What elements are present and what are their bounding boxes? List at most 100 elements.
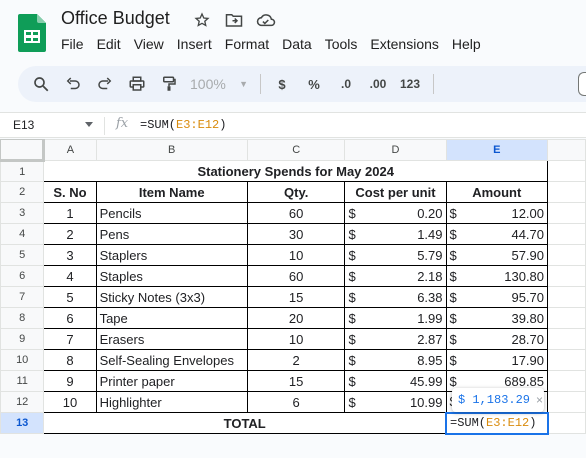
cloud-status-icon[interactable] bbox=[256, 10, 276, 30]
menu-format[interactable]: Format bbox=[220, 34, 274, 54]
cell-item-name[interactable]: Staples bbox=[95, 265, 248, 287]
column-header-f[interactable] bbox=[547, 139, 586, 161]
cell-cost[interactable]: $1.99 bbox=[344, 307, 447, 329]
cell-qty[interactable]: 60 bbox=[246, 202, 346, 224]
chevron-down-icon[interactable] bbox=[85, 122, 93, 127]
font-select[interactable] bbox=[578, 72, 586, 96]
undo-icon[interactable] bbox=[60, 70, 86, 98]
document-title[interactable]: Office Budget bbox=[61, 8, 170, 29]
empty-cell[interactable] bbox=[547, 265, 586, 287]
menu-insert[interactable]: Insert bbox=[172, 34, 217, 54]
row-header[interactable]: 4 bbox=[0, 223, 45, 245]
row-header[interactable]: 13 bbox=[0, 412, 45, 434]
sheets-logo-icon[interactable] bbox=[18, 14, 46, 52]
cell-qty[interactable]: 15 bbox=[246, 370, 346, 392]
menu-edit[interactable]: Edit bbox=[92, 34, 126, 54]
sheet-title-cell[interactable]: Stationery Spends for May 2024 bbox=[43, 160, 549, 182]
empty-cell[interactable] bbox=[547, 328, 586, 350]
cell-qty[interactable]: 10 bbox=[246, 328, 346, 350]
total-label-cell[interactable]: TOTAL bbox=[43, 412, 447, 434]
empty-cell[interactable] bbox=[547, 286, 586, 308]
cell-amount[interactable]: $28.70 bbox=[445, 328, 549, 350]
name-box[interactable]: E13 bbox=[13, 118, 34, 132]
cell-item-name[interactable]: Highlighter bbox=[95, 391, 248, 413]
menu-data[interactable]: Data bbox=[277, 34, 317, 54]
row-header[interactable]: 3 bbox=[0, 202, 45, 224]
cell-qty[interactable]: 10 bbox=[246, 244, 346, 266]
number-format-button[interactable]: 123 bbox=[397, 70, 423, 98]
cell-item-name[interactable]: Printer paper bbox=[95, 370, 248, 392]
cell-cost[interactable]: $1.49 bbox=[344, 223, 447, 245]
row-header[interactable]: 2 bbox=[0, 181, 45, 203]
cell-item-name[interactable]: Erasers bbox=[95, 328, 248, 350]
cell-qty[interactable]: 20 bbox=[246, 307, 346, 329]
cell-cost[interactable]: $45.99 bbox=[344, 370, 447, 392]
cell-qty[interactable]: 6 bbox=[246, 391, 346, 413]
search-icon[interactable] bbox=[28, 70, 54, 98]
cell-cost[interactable]: $8.95 bbox=[344, 349, 447, 371]
cell-amount[interactable]: $95.70 bbox=[445, 286, 549, 308]
empty-cell[interactable] bbox=[547, 307, 586, 329]
zoom-select[interactable]: 100% ▼ bbox=[188, 70, 250, 98]
cell-item-name[interactable]: Pens bbox=[95, 223, 248, 245]
select-all-corner[interactable] bbox=[0, 139, 46, 162]
menu-file[interactable]: File bbox=[56, 34, 89, 54]
cell-cost[interactable]: $5.79 bbox=[344, 244, 447, 266]
cell-item-name[interactable]: Tape bbox=[95, 307, 248, 329]
cell-amount[interactable]: $44.70 bbox=[445, 223, 549, 245]
cell-sno[interactable]: 6 bbox=[43, 307, 97, 329]
row-header[interactable]: 10 bbox=[0, 349, 45, 371]
empty-cell[interactable] bbox=[547, 223, 586, 245]
row-header[interactable]: 9 bbox=[0, 328, 45, 350]
cell-sno[interactable]: 2 bbox=[43, 223, 97, 245]
percent-format-button[interactable]: % bbox=[301, 70, 327, 98]
cell-cost[interactable]: $2.18 bbox=[344, 265, 447, 287]
empty-cell[interactable] bbox=[547, 181, 586, 203]
cell-cost[interactable]: $10.99 bbox=[344, 391, 447, 413]
cell-sno[interactable]: 1 bbox=[43, 202, 97, 224]
row-header[interactable]: 12 bbox=[0, 391, 45, 413]
cell-item-name[interactable]: Self-Sealing Envelopes bbox=[95, 349, 248, 371]
increase-decimal-button[interactable]: .00 bbox=[365, 70, 391, 98]
menu-extensions[interactable]: Extensions bbox=[365, 34, 443, 54]
menu-tools[interactable]: Tools bbox=[320, 34, 363, 54]
total-amount-cell[interactable]: =SUM(E3:E12) bbox=[445, 411, 549, 435]
header-qty[interactable]: Qty. bbox=[246, 181, 346, 203]
header-amount[interactable]: Amount bbox=[445, 181, 549, 203]
close-icon[interactable]: × bbox=[536, 393, 543, 407]
cell-cost[interactable]: $2.87 bbox=[344, 328, 447, 350]
menu-view[interactable]: View bbox=[129, 34, 169, 54]
cell-sno[interactable]: 3 bbox=[43, 244, 97, 266]
paint-format-icon[interactable] bbox=[156, 70, 182, 98]
row-header[interactable]: 8 bbox=[0, 307, 45, 329]
cell-amount[interactable]: $39.80 bbox=[445, 307, 549, 329]
cell-qty[interactable]: 2 bbox=[246, 349, 346, 371]
column-header-a[interactable]: A bbox=[43, 139, 97, 161]
header-cost[interactable]: Cost per unit bbox=[344, 181, 447, 203]
cell-qty[interactable]: 15 bbox=[246, 286, 346, 308]
cell-item-name[interactable]: Sticky Notes (3x3) bbox=[95, 286, 248, 308]
print-icon[interactable] bbox=[124, 70, 150, 98]
cell-amount[interactable]: $17.90 bbox=[445, 349, 549, 371]
cell-sno[interactable]: 8 bbox=[43, 349, 97, 371]
redo-icon[interactable] bbox=[92, 70, 118, 98]
row-header[interactable]: 5 bbox=[0, 244, 45, 266]
cell-item-name[interactable]: Staplers bbox=[95, 244, 248, 266]
row-header[interactable]: 7 bbox=[0, 286, 45, 308]
row-header[interactable]: 6 bbox=[0, 265, 45, 287]
column-header-b[interactable]: B bbox=[95, 139, 248, 161]
cell-cost[interactable]: $0.20 bbox=[344, 202, 447, 224]
cell-sno[interactable]: 5 bbox=[43, 286, 97, 308]
cell-amount[interactable]: $12.00 bbox=[445, 202, 549, 224]
column-header-e[interactable]: E bbox=[445, 139, 549, 161]
empty-cell[interactable] bbox=[547, 370, 586, 392]
cell-amount[interactable]: $57.90 bbox=[445, 244, 549, 266]
cell-sno[interactable]: 10 bbox=[43, 391, 97, 413]
cell-qty[interactable]: 60 bbox=[246, 265, 346, 287]
cell-sno[interactable]: 4 bbox=[43, 265, 97, 287]
header-sno[interactable]: S. No bbox=[43, 181, 97, 203]
cell-item-name[interactable]: Pencils bbox=[95, 202, 248, 224]
formula-input[interactable]: =SUM(E3:E12) bbox=[140, 118, 226, 132]
column-header-c[interactable]: C bbox=[246, 139, 346, 161]
empty-cell[interactable] bbox=[547, 160, 586, 182]
